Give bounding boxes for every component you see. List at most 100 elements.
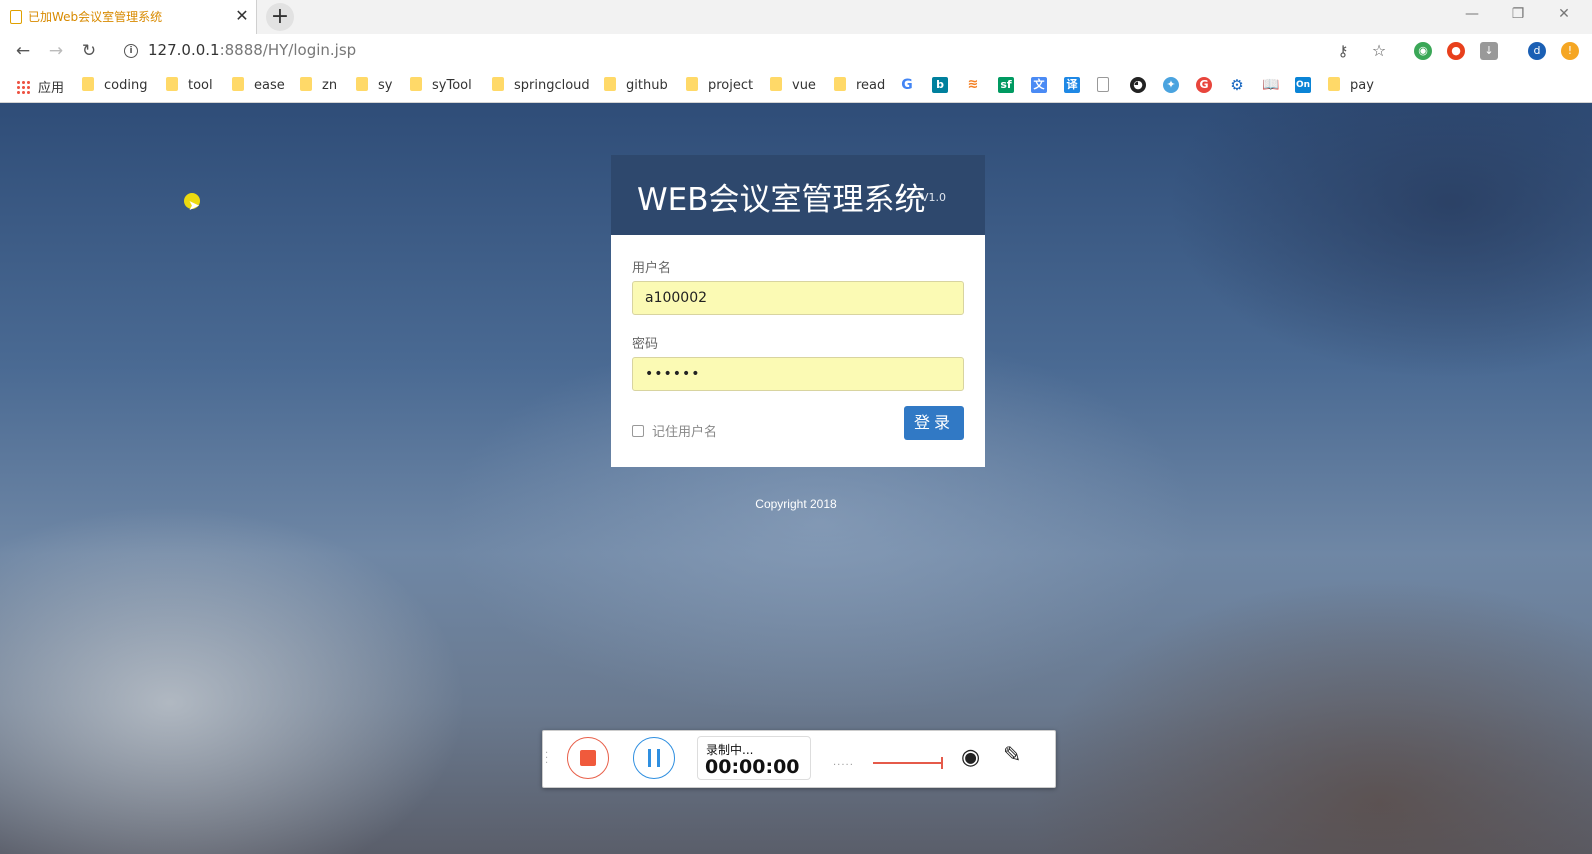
bookmark-apps[interactable]: 应用 (16, 77, 65, 96)
reload-icon[interactable]: ↻ (78, 40, 100, 62)
password-input[interactable]: •••••• (632, 357, 964, 391)
segmentfault-icon[interactable]: sf (998, 77, 1014, 93)
bookmark-label: pay (1350, 78, 1374, 93)
url-host: 127.0.0.1 (148, 41, 220, 59)
bookmark-label: sy (378, 78, 393, 93)
drag-handle-icon[interactable]: · · · (545, 749, 548, 769)
version-label: V1.0 (921, 191, 947, 204)
bookmarks-bar: 应用 coding tool ease zn sy syTool springc… (0, 68, 1592, 103)
login-header: WEB会议室管理系统 V1.0 (611, 155, 985, 235)
extension-adblock-icon[interactable]: ● (1447, 42, 1465, 60)
extension-globe-icon[interactable]: ◉ (1414, 42, 1432, 60)
bookmark-label: springcloud (514, 78, 590, 93)
bookmark-folder[interactable]: tool (166, 77, 213, 93)
star-icon[interactable]: ☆ (1370, 42, 1388, 60)
screen-recorder-widget: · · · 录制中... 00:00:00 ..... ◉ ✎ (542, 730, 1056, 788)
apps-label: 应用 (38, 81, 65, 96)
bookmark-folder[interactable]: sy (356, 77, 392, 93)
gear-icon[interactable]: ⚙ (1229, 77, 1245, 93)
google-plus-icon[interactable]: G (1196, 77, 1212, 93)
page-title: WEB会议室管理系统 (637, 182, 926, 218)
bing-icon[interactable]: b (932, 77, 948, 93)
password-label: 密码 (632, 337, 659, 352)
address-bar[interactable]: i 127.0.0.1:8888/HY/login.jsp (114, 38, 1386, 64)
bookmark-folder[interactable]: syTool (410, 77, 472, 93)
url-text[interactable]: 127.0.0.1:8888/HY/login.jsp (148, 41, 356, 59)
translate-icon[interactable]: 文 (1031, 77, 1047, 93)
folder-icon (604, 77, 616, 91)
folder-icon (82, 77, 94, 91)
bookmark-label: tool (188, 78, 213, 93)
book-icon[interactable]: 📖 (1262, 77, 1279, 93)
mouse-cursor-icon: ➤ (188, 198, 200, 214)
pause-recording-button[interactable] (633, 737, 675, 779)
folder-icon (770, 77, 782, 91)
bookmark-label: coding (104, 78, 148, 93)
key-icon[interactable]: ⚷ (1334, 42, 1352, 60)
onenote-icon[interactable]: On (1295, 77, 1311, 93)
page-bookmark-icon[interactable] (1097, 77, 1109, 92)
bookmark-folder[interactable]: project (686, 77, 753, 93)
bookmark-label: github (626, 78, 668, 93)
remember-checkbox[interactable] (632, 425, 644, 437)
info-icon[interactable]: i (124, 44, 138, 58)
close-window-icon[interactable]: ✕ (1554, 6, 1574, 22)
tab-title: 已加Web会议室管理系统 (28, 10, 163, 24)
github-icon[interactable]: ◕ (1130, 77, 1146, 93)
bookmark-folder[interactable]: github (604, 77, 668, 93)
webcam-icon[interactable]: ◉ (961, 745, 980, 770)
bookmark-label: ease (254, 78, 285, 93)
browser-toolbar: ← → ↻ i 127.0.0.1:8888/HY/login.jsp ⚷ ☆ … (0, 34, 1592, 68)
folder-icon (300, 77, 312, 91)
folder-icon (356, 77, 368, 91)
login-panel: WEB会议室管理系统 V1.0 用户名 a100002 密码 •••••• 记住… (611, 155, 985, 467)
folder-icon (834, 77, 846, 91)
pen-icon[interactable]: ✎ (1003, 743, 1021, 768)
restore-icon[interactable]: ❐ (1508, 6, 1528, 22)
bookmark-label: project (708, 78, 754, 93)
new-tab-button[interactable]: + (266, 3, 294, 31)
youdao-translate-icon[interactable]: 译 (1064, 77, 1080, 93)
stop-icon (580, 750, 596, 766)
folder-icon (410, 77, 422, 91)
folder-icon (166, 77, 178, 91)
bird-icon[interactable]: ✦ (1163, 77, 1179, 93)
volume-slider[interactable] (873, 762, 941, 764)
bookmark-folder[interactable]: coding (82, 77, 147, 93)
bookmark-folder[interactable]: pay (1328, 77, 1374, 93)
stop-recording-button[interactable] (567, 737, 609, 779)
bookmark-folder[interactable]: springcloud (492, 77, 590, 93)
apps-grid-icon (16, 80, 30, 94)
folder-icon (1328, 77, 1340, 91)
google-icon[interactable]: G (899, 77, 915, 93)
back-arrow-icon[interactable]: ← (12, 40, 34, 62)
remember-username[interactable]: 记住用户名 (632, 421, 717, 440)
bookmark-folder[interactable]: zn (300, 77, 337, 93)
bookmark-folder[interactable]: vue (770, 77, 816, 93)
minimize-icon[interactable]: — (1462, 6, 1482, 22)
username-input[interactable]: a100002 (632, 281, 964, 315)
alert-icon[interactable]: ! (1561, 42, 1579, 60)
page-icon (10, 10, 22, 24)
url-path: :8888/HY/login.jsp (219, 41, 357, 59)
folder-icon (492, 77, 504, 91)
forward-arrow-icon[interactable]: → (45, 40, 67, 62)
tab-strip: 已加Web会议室管理系统 ✕ + — ❐ ✕ (0, 0, 1592, 35)
bookmark-label: syTool (432, 78, 472, 93)
bookmark-label: vue (792, 78, 816, 93)
username-label: 用户名 (632, 261, 672, 276)
browser-tab[interactable]: 已加Web会议室管理系统 ✕ (0, 0, 257, 34)
stackoverflow-icon[interactable]: ≋ (965, 77, 981, 93)
pause-icon (657, 749, 660, 767)
page-background: ➤ WEB会议室管理系统 V1.0 用户名 a100002 密码 •••••• … (0, 103, 1592, 854)
profile-avatar[interactable]: d (1528, 42, 1546, 60)
copyright-text: Copyright 2018 (755, 497, 837, 511)
bookmark-folder[interactable]: read (834, 77, 885, 93)
bookmark-folder[interactable]: ease (232, 77, 285, 93)
close-tab-icon[interactable]: ✕ (233, 7, 251, 25)
audio-level-dots: ..... (833, 757, 854, 768)
volume-slider-handle[interactable] (941, 757, 943, 769)
folder-icon (232, 77, 244, 91)
login-button[interactable]: 登录 (904, 406, 964, 440)
extension-download-icon[interactable]: ↓ (1480, 42, 1498, 60)
